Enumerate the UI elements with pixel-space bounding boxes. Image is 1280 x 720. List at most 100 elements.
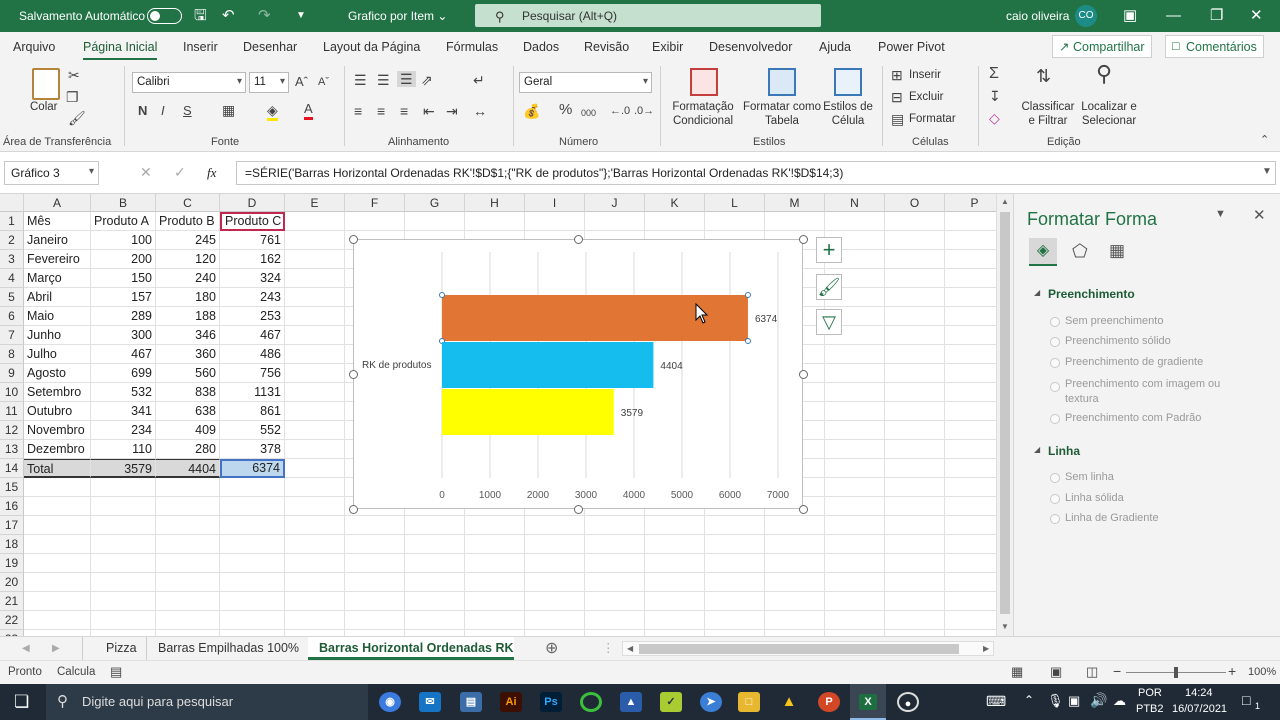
chart-styles-brush-icon[interactable]: 🖌 <box>816 274 842 300</box>
row-header[interactable]: 21 <box>0 592 24 611</box>
sheet-cell[interactable] <box>525 611 585 630</box>
fill-option-radio[interactable] <box>1050 337 1060 347</box>
chart-resize-handle[interactable] <box>799 370 808 379</box>
fill-option-none[interactable]: Sem preenchimento <box>1065 315 1163 327</box>
sheet-cell[interactable]: 699 <box>91 364 156 383</box>
name-box[interactable]: Gráfico 3 <box>4 161 99 185</box>
sheet-cell[interactable] <box>765 212 825 231</box>
sheet-cell[interactable] <box>885 250 945 269</box>
horizontal-scrollbar[interactable]: ◀ ▶ <box>622 641 994 656</box>
sheet-cell[interactable] <box>765 554 825 573</box>
sheet-cell[interactable] <box>645 573 705 592</box>
insert-function-button[interactable]: fx <box>207 165 216 181</box>
excel-icon[interactable]: X <box>850 684 886 720</box>
row-header[interactable]: 4 <box>0 269 24 288</box>
sheet-cell[interactable]: 253 <box>220 307 285 326</box>
paste-label[interactable]: Colar <box>30 100 57 114</box>
comments-button[interactable]: □ Comentários <box>1165 35 1264 58</box>
share-button[interactable]: ↗ Compartilhar <box>1052 35 1152 58</box>
sheet-cell[interactable] <box>345 212 405 231</box>
find-select-button[interactable]: Localizar e Selecionar <box>1076 100 1142 128</box>
row-header[interactable]: 2 <box>0 231 24 250</box>
sheet-cell[interactable] <box>645 535 705 554</box>
sheet-cell[interactable] <box>825 212 885 231</box>
sheet-tab-stacked[interactable]: Barras Empilhadas 100% <box>158 637 299 660</box>
row-header[interactable]: 16 <box>0 497 24 516</box>
store-icon[interactable]: ▤ <box>460 692 482 712</box>
sheet-cell[interactable] <box>825 345 885 364</box>
align-top-icon[interactable]: ☰ <box>354 72 367 88</box>
undo-icon[interactable]: ↶ <box>222 7 235 25</box>
sheet-cell[interactable] <box>156 516 220 535</box>
sheet-cell[interactable]: 6374 <box>220 459 285 478</box>
sheet-cell[interactable] <box>585 592 645 611</box>
tab-power-pivot[interactable]: Power Pivot <box>878 40 945 54</box>
sheet-cell[interactable]: Fevereiro <box>24 250 91 269</box>
sheet-cell[interactable]: Maio <box>24 307 91 326</box>
avatar[interactable]: CO <box>1075 5 1097 27</box>
sheet-cell[interactable]: 234 <box>91 421 156 440</box>
chart-resize-handle[interactable] <box>349 370 358 379</box>
zoom-slider-thumb[interactable] <box>1174 667 1178 678</box>
customize-qat-icon[interactable]: ▼ <box>296 7 306 25</box>
sheet-cell[interactable] <box>645 212 705 231</box>
align-left-icon[interactable]: ≡ <box>354 103 362 119</box>
sheet-cell[interactable] <box>345 573 405 592</box>
sheet-cell[interactable] <box>885 516 945 535</box>
format-painter-icon[interactable]: 🖌 <box>68 110 86 126</box>
decrease-indent-icon[interactable]: ⇤ <box>423 103 435 119</box>
row-header[interactable]: 20 <box>0 573 24 592</box>
increase-decimal-icon[interactable]: ←.0 <box>610 103 630 119</box>
network-icon[interactable]: ▣ <box>1068 693 1080 709</box>
sheet-cell[interactable] <box>765 592 825 611</box>
cancel-icon[interactable]: ✕ <box>140 164 152 181</box>
sheet-cell[interactable] <box>465 611 525 630</box>
line-section-chevron-icon[interactable]: ◢ <box>1034 445 1040 454</box>
sheet-cell[interactable] <box>705 212 765 231</box>
sheet-cell[interactable] <box>24 516 91 535</box>
sheet-cell[interactable] <box>220 592 285 611</box>
close-icon[interactable]: ✕ <box>1250 7 1263 25</box>
sheet-cell[interactable] <box>585 535 645 554</box>
sheet-cell[interactable]: 552 <box>220 421 285 440</box>
sheet-cell[interactable] <box>156 535 220 554</box>
sheet-cell[interactable] <box>525 535 585 554</box>
vertical-scrollbar[interactable]: ▲ ▼ <box>996 194 1013 636</box>
scroll-right-icon[interactable]: ▶ <box>983 642 989 656</box>
sheet-cell[interactable] <box>705 554 765 573</box>
file-explorer-icon[interactable]: □ <box>738 692 760 712</box>
sheet-cell[interactable]: 180 <box>156 288 220 307</box>
sheet-cell[interactable] <box>285 554 345 573</box>
line-option-none[interactable]: Sem linha <box>1065 471 1114 483</box>
chart-area[interactable]: 0 1000 2000 3000 4000 5000 6000 7000 6374 4404 357… <box>349 235 808 514</box>
sheet-cell[interactable] <box>885 459 945 478</box>
sheet-cell[interactable] <box>156 611 220 630</box>
sheet-cell[interactable] <box>285 288 345 307</box>
sheet-cell[interactable] <box>24 535 91 554</box>
clock-time[interactable]: 14:24 <box>1185 687 1213 699</box>
sheet-cell[interactable]: 162 <box>220 250 285 269</box>
sheet-cell[interactable] <box>885 440 945 459</box>
sheet-cell[interactable] <box>285 402 345 421</box>
italic-button[interactable]: I <box>161 103 165 119</box>
tray-chevron-icon[interactable]: ⌃ <box>1024 693 1034 707</box>
sheet-cell[interactable] <box>525 592 585 611</box>
tab-exibir[interactable]: Exibir <box>652 40 683 54</box>
row-header[interactable]: 22 <box>0 611 24 630</box>
sheet-cell[interactable] <box>465 516 525 535</box>
sheet-cell[interactable] <box>345 554 405 573</box>
scroll-down-icon[interactable]: ▼ <box>1001 622 1009 631</box>
microphone-icon[interactable]: 🎙 <box>1047 693 1064 709</box>
sheet-cell[interactable]: 245 <box>156 231 220 250</box>
add-sheet-icon[interactable]: ⊕ <box>545 637 558 660</box>
align-center-icon[interactable]: ≡ <box>377 103 385 119</box>
sheet-cell[interactable] <box>285 269 345 288</box>
font-size-select[interactable]: 11 <box>249 72 289 93</box>
decrease-font-icon[interactable]: Aˇ <box>318 74 329 90</box>
conditional-format-icon[interactable] <box>690 68 718 96</box>
fill-option-radio[interactable] <box>1050 382 1060 392</box>
sheet-cell[interactable] <box>91 478 156 497</box>
sheet-cell[interactable]: 761 <box>220 231 285 250</box>
sheet-cell[interactable]: 188 <box>156 307 220 326</box>
onedrive-icon[interactable]: ☁ <box>1113 693 1126 709</box>
